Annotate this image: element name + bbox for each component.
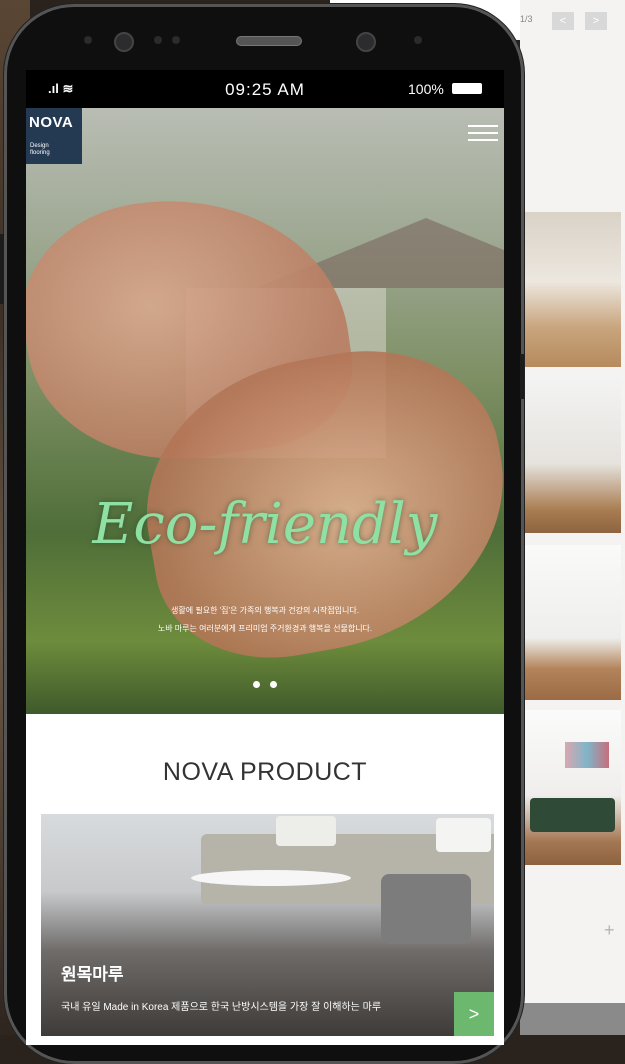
hero-script-title: Eco-friendly [92,492,438,557]
menu-line [468,132,498,134]
room-thumbnail[interactable] [525,545,621,700]
phone-speaker [236,36,302,46]
background-bottom-bar [520,1003,625,1035]
hamburger-icon[interactable] [468,120,498,148]
background-pager: 1/3 [520,14,533,24]
menu-line [468,125,498,127]
logo-subtext-line: flooring [30,150,50,156]
phone-sensor [414,36,422,44]
phone-screen: .ıl ≋ 09:25 AM 100% NOVA Design flooring [26,70,504,1045]
room-thumbnail[interactable] [525,378,621,533]
phone-camera [114,32,134,52]
product-section-title: NOVA PRODUCT [162,758,368,786]
product-card[interactable]: 원목마루 국내 유일 Made in Korea 제품으로 한국 난방시스템을 … [41,814,494,1036]
wall-art-image [565,742,609,768]
logo-subtext-line: Design [30,143,49,149]
next-arrow-icon[interactable]: > [585,12,607,30]
room-thumbnail[interactable] [525,212,621,367]
status-bar: .ıl ≋ 09:25 AM 100% [26,70,504,108]
product-name: 원목마루 [61,965,124,984]
battery-icon [452,83,482,94]
hero-tagline-line2: 노바 마루는 여러분에게 프리미엄 주거환경과 행복을 선물합니다. [157,624,373,633]
phone-frame: .ıl ≋ 09:25 AM 100% NOVA Design flooring [0,4,524,1064]
room-thumbnail[interactable] [525,710,621,865]
prev-arrow-icon[interactable]: < [552,12,574,30]
phone-sensor [154,36,162,44]
nova-logo[interactable]: NOVA Design flooring [26,108,82,164]
hero-slider[interactable]: NOVA Design flooring Eco-friendly 생활에 필요… [26,108,504,714]
coffee-table-image [191,870,351,886]
hero-tagline-line1: 생활에 필요한 '집'은 가족의 행복과 건강의 시작점입니다. [171,606,359,615]
slider-dot[interactable] [252,681,260,688]
menu-line [468,139,498,141]
phone-side-button [0,234,4,304]
logo-text: NOVA [29,114,74,131]
phone-sensor [84,36,92,44]
stool-image [381,874,471,944]
slider-dot[interactable] [270,681,278,688]
logo-subtext: Design flooring [30,143,50,157]
pillow-image [276,816,336,846]
product-description: 국내 유일 Made in Korea 제품으로 한국 난방시스템을 가장 잘 … [61,1002,382,1013]
green-sofa-image [530,798,615,832]
battery-percent: 100% [408,81,444,97]
phone-side-button [520,354,524,399]
chevron-right-icon[interactable]: > [454,992,494,1036]
plus-icon[interactable]: + [604,920,615,941]
pillow-image [436,818,491,852]
phone-sensor [172,36,180,44]
slider-dots [26,675,504,693]
phone-front-camera [356,32,376,52]
